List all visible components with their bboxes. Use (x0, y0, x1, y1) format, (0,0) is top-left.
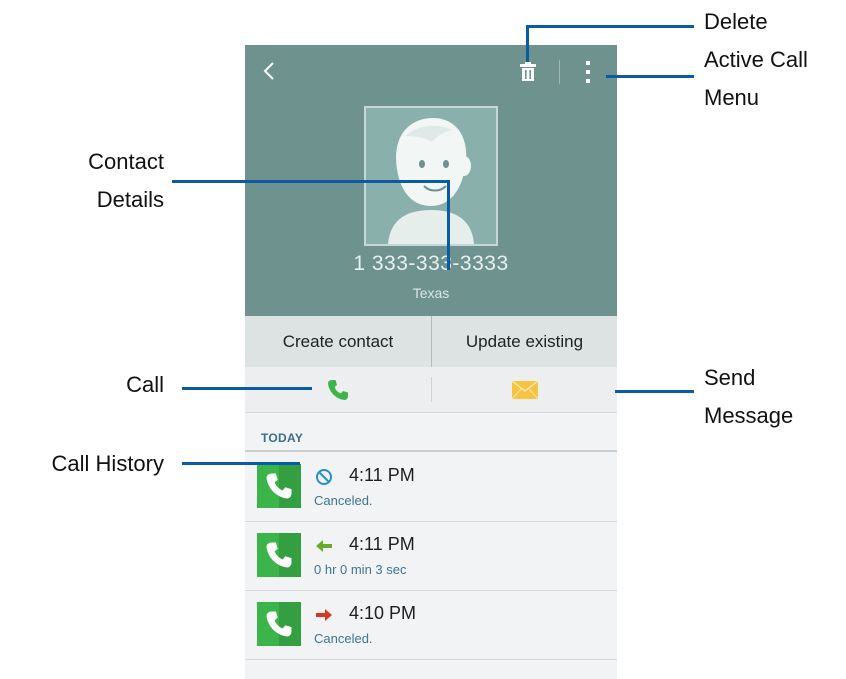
arrow-right-icon (316, 609, 332, 621)
call-history-item[interactable]: 4:11 PM Canceled. (245, 453, 617, 522)
call-log-phone-icon (257, 602, 301, 646)
callout-line-contact-v (447, 180, 450, 270)
label-active-call-menu-2: Menu (704, 85, 760, 110)
label-call-history: Call History (51, 451, 164, 476)
call-time: 4:11 PM (349, 465, 415, 485)
label-delete: Delete (704, 9, 768, 34)
update-existing-button[interactable]: Update existing (432, 316, 617, 367)
callout-line-delete-h (526, 25, 694, 28)
call-log-phone-icon (257, 533, 301, 577)
contact-avatar[interactable] (364, 106, 498, 246)
toolbar-divider (559, 60, 560, 84)
label-contact-details-2: Details (96, 187, 164, 212)
arrow-left-icon (316, 540, 332, 552)
contact-action-bar: Create contact Update existing (245, 316, 617, 368)
create-contact-button[interactable]: Create contact (245, 316, 431, 367)
call-history-item[interactable]: 4:11 PM 0 hr 0 min 3 sec (245, 522, 617, 591)
callout-line-call (182, 387, 312, 390)
envelope-icon (511, 379, 538, 399)
phone-icon (328, 379, 348, 400)
chevron-left-icon (263, 62, 274, 80)
label-send-message-2: Message (704, 403, 794, 428)
call-log-phone-icon (257, 464, 301, 508)
history-section-title: TODAY (261, 431, 304, 445)
contact-location: Texas (412, 285, 450, 301)
default-avatar-icon (388, 118, 474, 244)
trash-icon (520, 62, 536, 81)
send-message-button[interactable] (432, 367, 617, 412)
section-divider (245, 450, 617, 452)
callout-line-contact-h (172, 180, 450, 183)
call-time: 4:11 PM (349, 534, 415, 554)
callout-line-history (182, 462, 300, 465)
overflow-menu-button[interactable] (575, 57, 601, 87)
callout-line-menu (606, 75, 694, 78)
call-detail: Canceled. (314, 631, 373, 646)
call-detail: Canceled. (314, 493, 373, 508)
callout-line-delete (526, 26, 529, 62)
callout-line-message (615, 390, 694, 393)
call-history-item[interactable]: 4:10 PM Canceled. (245, 591, 617, 660)
more-vertical-icon (586, 61, 590, 83)
label-send-message-1: Send (704, 365, 756, 390)
label-contact-details-1: Contact (88, 149, 164, 174)
contact-phone-number: 1 333-333-3333 (353, 252, 509, 275)
label-active-call-menu-1: Active Call (704, 47, 808, 72)
communication-bar (245, 367, 617, 413)
back-button[interactable] (255, 57, 283, 85)
call-time: 4:10 PM (349, 603, 417, 623)
blocked-icon (316, 469, 332, 485)
call-detail: 0 hr 0 min 3 sec (314, 562, 407, 577)
phone-screen: 1 333-333-3333 Texas Create contact Upda… (245, 45, 617, 679)
label-call: Call (126, 372, 164, 397)
